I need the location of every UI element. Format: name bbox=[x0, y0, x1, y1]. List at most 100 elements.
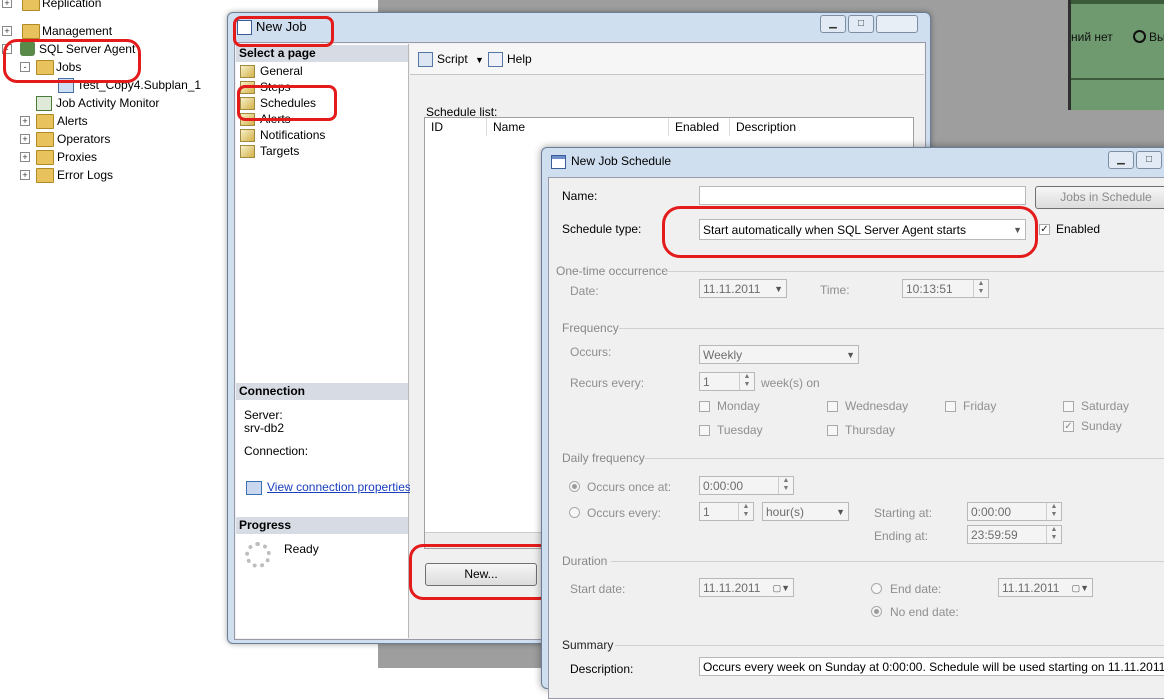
expand-icon[interactable]: + bbox=[20, 152, 30, 162]
new-schedule-button[interactable]: New... bbox=[425, 563, 537, 586]
chevron-down-icon: ▼ bbox=[1013, 225, 1022, 235]
friday-checkbox[interactable] bbox=[945, 401, 956, 412]
spinner-icon[interactable]: ▲ ▼ bbox=[1046, 503, 1061, 520]
folder-icon bbox=[22, 24, 40, 39]
tree-item-job-activity-monitor[interactable]: Job Activity Monitor bbox=[36, 94, 236, 112]
expand-icon[interactable]: + bbox=[20, 170, 30, 180]
end-date-radio[interactable] bbox=[871, 583, 882, 594]
calendar-dropdown-icon: ▢▼ bbox=[772, 583, 790, 593]
view-connection-properties-link[interactable]: View connection properties bbox=[267, 480, 411, 494]
page-icon bbox=[240, 113, 255, 127]
start-date-label: Start date: bbox=[570, 582, 626, 596]
expand-icon[interactable]: + bbox=[2, 0, 12, 8]
tree-item-alerts[interactable]: + Alerts bbox=[20, 112, 220, 130]
end-date-picker[interactable]: 11.11.2011 ▢▼ bbox=[998, 578, 1093, 597]
page-icon bbox=[240, 129, 255, 143]
saturday-checkbox[interactable] bbox=[1063, 401, 1074, 412]
tree-item-label: Error Logs bbox=[57, 168, 114, 182]
column-header-description[interactable]: Description bbox=[730, 118, 913, 136]
page-alerts[interactable]: Alerts bbox=[240, 111, 291, 127]
spinner-icon[interactable]: ▲ ▼ bbox=[778, 477, 793, 494]
group-divider bbox=[611, 561, 1164, 562]
column-header-enabled[interactable]: Enabled bbox=[669, 118, 730, 136]
tree-item-label: Jobs bbox=[56, 60, 82, 74]
no-end-date-radio[interactable] bbox=[871, 606, 882, 617]
maximize-button[interactable]: □ bbox=[1136, 151, 1162, 169]
one-time-date-picker[interactable]: 11.11.2011 ▼ bbox=[699, 279, 787, 298]
schedule-type-dropdown[interactable]: Start automatically when SQL Server Agen… bbox=[699, 219, 1026, 240]
starting-at-input[interactable]: 0:00:00 ▲ ▼ bbox=[967, 502, 1062, 521]
occurs-every-unit-dropdown[interactable]: hour(s) ▼ bbox=[762, 502, 849, 521]
recurs-every-input[interactable]: 1 ▲ ▼ bbox=[699, 372, 755, 391]
calendar-dropdown-icon: ▢▼ bbox=[1071, 583, 1089, 593]
column-header-name[interactable]: Name bbox=[487, 118, 669, 136]
tuesday-checkbox[interactable] bbox=[699, 425, 710, 436]
wednesday-checkbox[interactable] bbox=[827, 401, 838, 412]
name-input[interactable] bbox=[699, 186, 1026, 205]
page-icon bbox=[240, 97, 255, 111]
occurs-once-time-input[interactable]: 0:00:00 ▲ ▼ bbox=[699, 476, 794, 495]
toolbar: Script ▼ Help bbox=[410, 44, 924, 75]
tree-item-label: SQL Server Agent bbox=[39, 42, 136, 56]
monitor-icon bbox=[36, 96, 52, 111]
occurs-once-radio[interactable] bbox=[569, 481, 580, 492]
one-time-time-input[interactable]: 10:13:51 ▲ ▼ bbox=[902, 279, 989, 298]
server-label: Server: bbox=[244, 408, 283, 422]
page-schedules[interactable]: Schedules bbox=[240, 95, 316, 111]
occurs-every-input[interactable]: 1 ▲ ▼ bbox=[699, 502, 754, 521]
collapse-icon[interactable]: - bbox=[20, 62, 30, 72]
ending-at-input[interactable]: 23:59:59 ▲ ▼ bbox=[967, 525, 1062, 544]
thursday-checkbox[interactable] bbox=[827, 425, 838, 436]
occurs-every-radio[interactable] bbox=[569, 507, 580, 518]
sunday-checkbox[interactable]: ✓ bbox=[1063, 421, 1074, 432]
close-button[interactable] bbox=[876, 15, 918, 33]
expand-icon[interactable]: + bbox=[20, 116, 30, 126]
occurs-dropdown[interactable]: Weekly ▼ bbox=[699, 345, 859, 364]
job-icon bbox=[237, 20, 252, 35]
jobs-in-schedule-button[interactable]: Jobs in Schedule bbox=[1035, 186, 1164, 209]
summary-description-text: Occurs every week on Sunday at 0:00:00. … bbox=[699, 657, 1164, 676]
occurs-label: Occurs: bbox=[570, 345, 612, 359]
starting-at-label: Starting at: bbox=[874, 506, 933, 520]
maximize-button[interactable]: □ bbox=[848, 15, 874, 33]
column-header-id[interactable]: ID bbox=[425, 118, 487, 136]
page-notifications[interactable]: Notifications bbox=[240, 127, 325, 143]
background-panel: ний нет Вых bbox=[1068, 0, 1164, 110]
page-targets[interactable]: Targets bbox=[240, 143, 299, 159]
one-time-group-label: One-time occurrence bbox=[556, 264, 669, 278]
tree-item-error-logs[interactable]: + Error Logs bbox=[20, 166, 220, 184]
expand-icon[interactable]: + bbox=[2, 26, 12, 36]
collapse-icon[interactable]: - bbox=[2, 44, 12, 54]
tree-item-management[interactable]: + Management bbox=[2, 22, 202, 40]
minimize-button[interactable]: ▁ bbox=[1108, 151, 1134, 169]
page-general[interactable]: General bbox=[240, 63, 303, 79]
help-button[interactable]: Help bbox=[488, 51, 532, 68]
one-time-date-label: Date: bbox=[570, 284, 599, 298]
start-date-picker[interactable]: 11.11.2011 ▢▼ bbox=[699, 578, 794, 597]
one-time-time-label: Time: bbox=[820, 283, 850, 297]
tree-item-sql-server-agent[interactable]: - SQL Server Agent bbox=[2, 40, 202, 58]
page-steps[interactable]: Steps bbox=[240, 79, 291, 95]
end-date-label: End date: bbox=[890, 582, 942, 596]
spinner-icon[interactable]: ▲ ▼ bbox=[738, 503, 753, 520]
tree-item-jobs[interactable]: - Jobs bbox=[20, 58, 180, 76]
saturday-label: Saturday bbox=[1081, 399, 1130, 413]
spinner-icon[interactable]: ▲ ▼ bbox=[973, 280, 988, 297]
tree-item-proxies[interactable]: + Proxies bbox=[20, 148, 220, 166]
script-button[interactable]: Script ▼ bbox=[418, 51, 484, 68]
progress-header: Progress bbox=[236, 517, 408, 534]
spinner-icon[interactable]: ▲ ▼ bbox=[1046, 526, 1061, 543]
enabled-checkbox[interactable]: ✓ bbox=[1039, 224, 1050, 235]
monday-checkbox[interactable] bbox=[699, 401, 710, 412]
group-divider bbox=[619, 328, 1164, 329]
tree-item-label: Job Activity Monitor bbox=[56, 96, 160, 110]
minimize-button[interactable]: ▁ bbox=[820, 15, 846, 33]
tree-item-replication[interactable]: + Replication bbox=[2, 0, 202, 12]
progress-spinner-icon bbox=[245, 542, 271, 568]
tree-item-operators[interactable]: + Operators bbox=[20, 130, 220, 148]
chevron-down-icon: ▼ bbox=[774, 284, 783, 294]
summary-group-label: Summary bbox=[562, 638, 614, 652]
spinner-icon[interactable]: ▲ ▼ bbox=[739, 373, 754, 390]
page-icon bbox=[240, 145, 255, 159]
expand-icon[interactable]: + bbox=[20, 134, 30, 144]
